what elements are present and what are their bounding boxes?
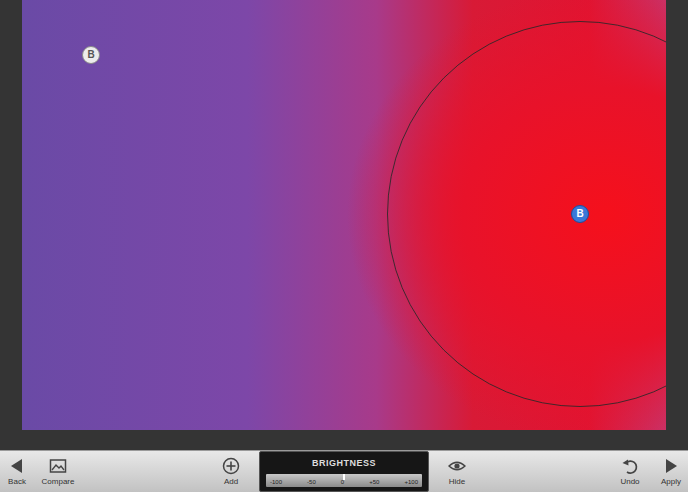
photo-canvas: BB [22, 0, 666, 430]
compare-icon [49, 457, 67, 478]
toolbar-right: Undo Apply [610, 457, 684, 487]
toolbar-left: Back Compare [4, 457, 78, 487]
slider-tick: +50 [369, 478, 379, 487]
hide-label: Hide [449, 478, 465, 487]
back-icon [8, 457, 26, 478]
selection-radius-ring[interactable] [387, 21, 666, 407]
back-button[interactable]: Back [4, 457, 30, 487]
slider-tick: -100 [270, 478, 282, 487]
undo-icon [621, 457, 639, 478]
back-label: Back [8, 478, 26, 487]
hide-button[interactable]: Hide [437, 457, 477, 487]
compare-button[interactable]: Compare [38, 457, 78, 487]
add-icon [222, 457, 240, 478]
slider-level-fill [343, 474, 345, 480]
brightness-slider[interactable]: BRIGHTNESS-100-500+50+100 [259, 451, 429, 492]
apply-label: Apply [661, 478, 681, 487]
apply-button[interactable]: Apply [658, 457, 684, 487]
slider-tick: -50 [307, 478, 316, 487]
control-point[interactable]: B [82, 46, 100, 64]
apply-icon [662, 457, 680, 478]
control-point[interactable]: B [571, 205, 589, 223]
photo-stage: BB [0, 0, 688, 450]
slider-tick: +100 [404, 478, 418, 487]
undo-label: Undo [620, 478, 639, 487]
toolbar: BackCompareAddBRIGHTNESS-100-500+50+100H… [0, 450, 688, 492]
adjustment-title: BRIGHTNESS [260, 452, 428, 471]
hide-icon [448, 457, 466, 478]
undo-button[interactable]: Undo [610, 457, 650, 487]
compare-label: Compare [42, 478, 75, 487]
add-button[interactable]: Add [211, 457, 251, 487]
add-label: Add [224, 478, 238, 487]
slider-track[interactable]: -100-500+50+100 [266, 474, 422, 487]
toolbar-center: AddBRIGHTNESS-100-500+50+100Hide [211, 451, 477, 492]
